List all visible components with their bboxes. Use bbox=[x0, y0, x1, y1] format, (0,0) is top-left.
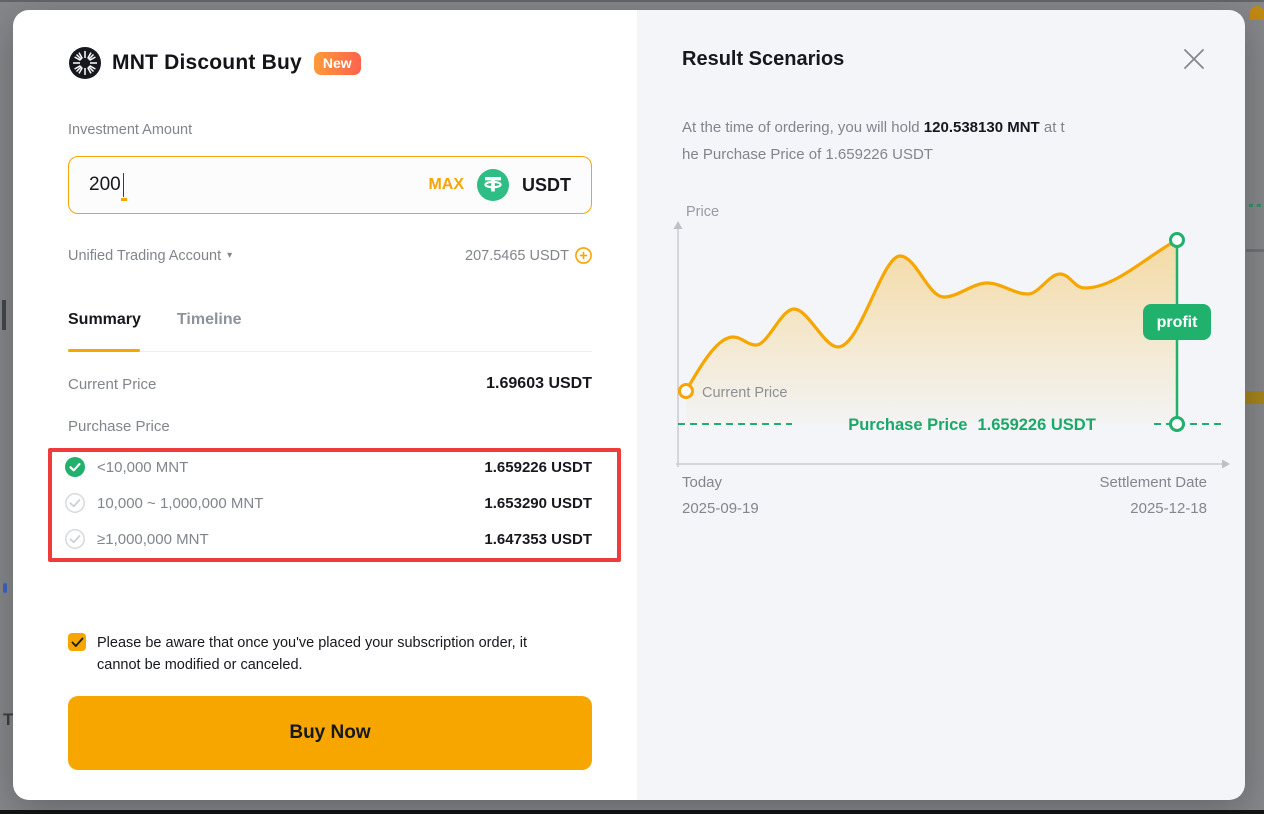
checkmark-icon bbox=[71, 637, 84, 648]
deposit-plus-icon[interactable] bbox=[575, 247, 592, 264]
disclaimer-line-2: cannot be modified or canceled. bbox=[97, 654, 527, 676]
price-axis-label: Price bbox=[686, 204, 719, 220]
today-column: Today 2025-09-19 bbox=[682, 470, 759, 522]
tab-summary[interactable]: Summary bbox=[68, 311, 141, 329]
new-badge: New bbox=[314, 52, 361, 75]
bottom-border bbox=[0, 810, 1264, 814]
disclaimer-line-1: Please be aware that once you've placed … bbox=[97, 632, 527, 654]
purchase-price-label: Purchase Price bbox=[68, 418, 170, 435]
background-fragment-letter: T bbox=[3, 710, 13, 730]
settlement-label: Settlement Date bbox=[1099, 470, 1207, 496]
check-circle-unselected-icon bbox=[65, 493, 85, 513]
disclaimer-text: Please be aware that once you've placed … bbox=[97, 632, 527, 676]
currency-label: USDT bbox=[522, 175, 571, 196]
current-price-value: 1.69603 USDT bbox=[486, 375, 592, 393]
amount-value[interactable]: 200 bbox=[89, 174, 121, 196]
scenario-summary-text: At the time of ordering, you will hold 1… bbox=[682, 114, 1214, 168]
tier-range: ≥1,000,000 MNT bbox=[97, 531, 209, 548]
tab-bar: Summary Timeline bbox=[68, 311, 242, 329]
background-fragment-button bbox=[1246, 391, 1264, 404]
today-date: 2025-09-19 bbox=[682, 496, 759, 522]
tier-price: 1.653290 USDT bbox=[484, 495, 592, 512]
check-circle-selected-icon bbox=[65, 457, 85, 477]
tier-range: <10,000 MNT bbox=[97, 459, 188, 476]
holding-amount: 120.538130 MNT bbox=[924, 119, 1040, 136]
page-title: MNT Discount Buy bbox=[112, 51, 302, 75]
modal-header: MNT Discount Buy New bbox=[68, 46, 361, 80]
background-fragment-curve bbox=[1250, 6, 1264, 20]
amount-input[interactable]: 200 MAX USDT bbox=[68, 156, 592, 214]
account-balance: 207.5465 USDT bbox=[465, 248, 569, 264]
result-scenarios-title: Result Scenarios bbox=[682, 48, 844, 71]
max-button[interactable]: MAX bbox=[428, 176, 464, 194]
close-icon[interactable] bbox=[1181, 46, 1207, 72]
x-axis-arrow bbox=[1222, 460, 1230, 469]
settlement-column: Settlement Date 2025-12-18 bbox=[1099, 470, 1207, 522]
account-name: Unified Trading Account bbox=[68, 248, 221, 264]
mnt-token-icon bbox=[68, 46, 102, 80]
background-fragment-sliver bbox=[2, 300, 6, 330]
profit-badge-label: profit bbox=[1157, 314, 1199, 331]
summary-prefix: At the time of ordering, you will hold bbox=[682, 119, 924, 136]
usdt-icon bbox=[477, 169, 509, 201]
chart-footer: Today 2025-09-19 Settlement Date 2025-12… bbox=[682, 470, 1207, 522]
result-scenarios-panel: Result Scenarios At the time of ordering… bbox=[637, 10, 1245, 800]
disclaimer-row: Please be aware that once you've placed … bbox=[68, 632, 592, 676]
current-price-label: Current Price bbox=[68, 376, 156, 393]
settlement-date: 2025-12-18 bbox=[1099, 496, 1207, 522]
tab-divider bbox=[68, 351, 592, 352]
tier-row-2[interactable]: 10,000 ~ 1,000,000 MNT 1.653290 USDT bbox=[65, 493, 592, 513]
summary-line-2: he Purchase Price of 1.659226 USDT bbox=[682, 141, 1214, 168]
active-tab-underline bbox=[68, 349, 140, 352]
scenario-chart: Price Purchase Price1.659226 USDT profit… bbox=[670, 195, 1235, 485]
current-price-chart-label: Current Price bbox=[702, 385, 787, 401]
discount-buy-modal: MNT Discount Buy New Investment Amount 2… bbox=[13, 10, 1245, 800]
buy-now-button[interactable]: Buy Now bbox=[68, 696, 592, 770]
background-fragment-dot bbox=[3, 583, 7, 593]
purchase-point-marker bbox=[1171, 418, 1184, 431]
summary-suffix: at t bbox=[1040, 119, 1065, 136]
text-cursor bbox=[123, 173, 125, 197]
background-fragment-dashes bbox=[1249, 204, 1261, 207]
account-selector[interactable]: Unified Trading Account ▾ bbox=[68, 248, 232, 264]
agreement-checkbox[interactable] bbox=[68, 633, 86, 651]
investment-amount-label: Investment Amount bbox=[68, 122, 192, 138]
tier-row-1[interactable]: <10,000 MNT 1.659226 USDT bbox=[65, 457, 592, 477]
background-fragment-line bbox=[1246, 249, 1264, 252]
tier-row-3[interactable]: ≥1,000,000 MNT 1.647353 USDT bbox=[65, 529, 592, 549]
order-panel: MNT Discount Buy New Investment Amount 2… bbox=[13, 10, 637, 800]
tier-price: 1.659226 USDT bbox=[484, 459, 592, 476]
chevron-down-icon: ▾ bbox=[227, 250, 232, 261]
tier-range: 10,000 ~ 1,000,000 MNT bbox=[97, 495, 263, 512]
settlement-point-marker bbox=[1171, 234, 1184, 247]
account-row: Unified Trading Account ▾ 207.5465 USDT bbox=[68, 247, 592, 264]
current-price-row: Current Price 1.69603 USDT bbox=[68, 375, 592, 393]
tab-timeline[interactable]: Timeline bbox=[177, 311, 242, 329]
screen: T MNT Disco bbox=[0, 0, 1264, 814]
current-price-marker bbox=[680, 385, 693, 398]
check-circle-unselected-icon bbox=[65, 529, 85, 549]
today-label: Today bbox=[682, 470, 759, 496]
tier-price: 1.647353 USDT bbox=[484, 531, 592, 548]
y-axis-arrow bbox=[674, 221, 683, 229]
